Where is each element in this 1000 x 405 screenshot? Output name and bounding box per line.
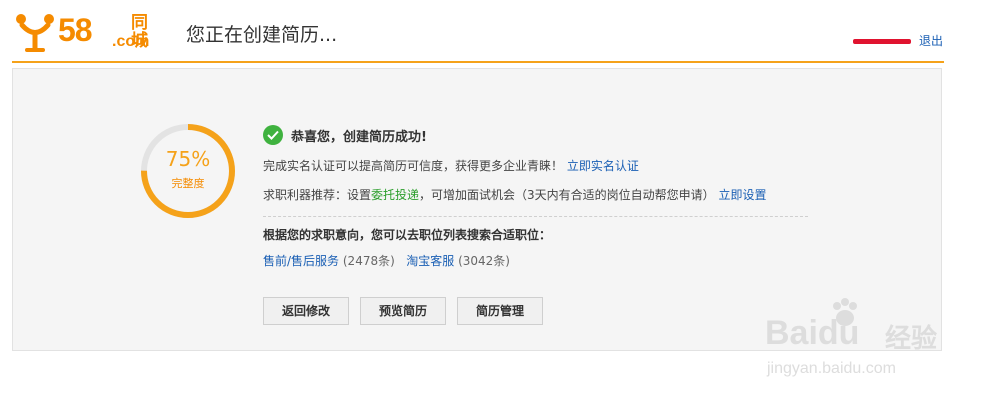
recommend-line: 求职利器推荐：设置委托投递，可增加面试机会（3天内有合适的岗位自动帮您申请） 立…: [263, 187, 767, 203]
redacted-username[interactable]: [852, 39, 911, 44]
preview-resume-button[interactable]: 预览简历: [360, 297, 446, 325]
success-row: 恭喜您，创建简历成功!: [263, 124, 427, 146]
check-icon: [263, 125, 283, 145]
mascot-icon: [16, 14, 54, 52]
job-link-taobao[interactable]: 淘宝客服: [406, 254, 454, 268]
job-link-presales[interactable]: 售前/售后服务: [263, 254, 339, 268]
brand-domain: .com: [112, 33, 150, 50]
job-count-taobao: (3042条): [458, 254, 510, 268]
setup-link[interactable]: 立即设置: [719, 188, 767, 202]
progress-ring-icon: [141, 124, 235, 218]
header-divider: [12, 61, 944, 63]
baidu-watermark: Baidu 经验 jingyan.baidu.com: [765, 292, 965, 387]
site-logo[interactable]: 58 同城 .com: [14, 8, 164, 52]
brand-number: 58: [58, 12, 93, 48]
page-title: 您正在创建简历...: [186, 24, 338, 46]
job-count-presales: (2478条): [342, 254, 395, 268]
dashed-divider: [263, 216, 808, 217]
user-area: 退出: [852, 34, 943, 48]
verify-line: 完成实名认证可以提高简历可信度，获得更多企业青睐！ 立即实名认证: [263, 158, 639, 174]
back-edit-button[interactable]: 返回修改: [263, 297, 349, 325]
recommend-highlight[interactable]: 委托投递: [371, 188, 419, 202]
verify-text: 完成实名认证可以提高简历可信度，获得更多企业青睐！: [263, 159, 564, 173]
job-links: 售前/售后服务 (2478条) 淘宝客服 (3042条): [263, 253, 510, 269]
header: 58 同城 .com 您正在创建简历... 退出: [0, 0, 1000, 63]
completeness-label: 完整度: [171, 177, 205, 190]
completeness-ring: 75% 完整度: [138, 121, 238, 221]
completeness-percent: 75%: [165, 147, 211, 171]
watermark-cn: 经验: [885, 323, 938, 353]
success-message: 恭喜您，创建简历成功!: [291, 129, 427, 145]
paw-icon: [833, 298, 857, 326]
logout-link[interactable]: 退出: [919, 34, 943, 48]
manage-resume-button[interactable]: 简历管理: [457, 297, 543, 325]
verify-link[interactable]: 立即实名认证: [567, 159, 639, 173]
recommend-suffix: ，可增加面试机会（3天内有合适的岗位自动帮您申请）: [419, 188, 715, 202]
search-prompt: 根据您的求职意向，您可以去职位列表搜索合适职位：: [263, 228, 552, 242]
watermark-url: jingyan.baidu.com: [767, 360, 896, 377]
recommend-prefix: 求职利器推荐：设置: [263, 188, 372, 202]
